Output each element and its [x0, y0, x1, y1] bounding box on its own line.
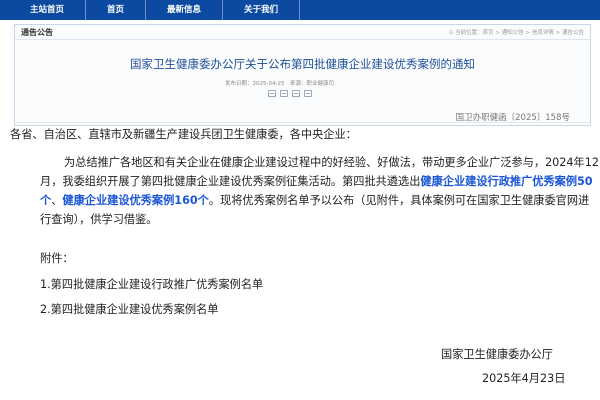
- nav-item-home[interactable]: 首页: [86, 0, 147, 20]
- body-paragraph: 为总结推广各地区和有关企业在健康企业建设过程中的好经验、好做法，带动更多企业广泛…: [40, 153, 600, 229]
- panel-header: 通告公告 ⊙ 当前位置：首页 > 通知公告 > 信息详情 > 通告公告: [15, 25, 590, 40]
- attachment-link-1[interactable]: 1.第四批健康企业建设行政推广优秀案例名单: [40, 277, 263, 293]
- wechat-share-icon[interactable]: [280, 90, 288, 97]
- document-title: 国家卫生健康委办公厅关于公布第四批健康企业建设优秀案例的通知: [130, 57, 475, 71]
- document-meta: 发布日期：2025-04-25 来源：职业健康司: [225, 81, 334, 87]
- qzone-share-icon[interactable]: [292, 90, 300, 97]
- salutation: 各省、自治区、直辖市及新疆生产建设兵团卫生健康委，各中央企业：: [10, 128, 357, 141]
- signature: 国家卫生健康委办公厅: [441, 348, 553, 361]
- share-toolbar: [268, 90, 312, 97]
- nav-item-latest-news[interactable]: 最新信息: [146, 0, 224, 20]
- print-icon[interactable]: [304, 90, 312, 97]
- breadcrumb[interactable]: ⊙ 当前位置：首页 > 通知公告 > 信息详情 > 通告公告: [449, 28, 584, 36]
- panel-title: 通告公告: [21, 28, 53, 37]
- body-text-2: 、: [51, 194, 63, 207]
- weibo-share-icon[interactable]: [268, 90, 276, 97]
- nav-item-home-site[interactable]: 主站首页: [0, 0, 87, 20]
- divider: [15, 122, 590, 123]
- attachments-label: 附件：: [40, 252, 74, 265]
- notice-panel: 通告公告 ⊙ 当前位置：首页 > 通知公告 > 信息详情 > 通告公告 国家卫生…: [14, 24, 591, 126]
- highlight-enterprise-cases: 健康企业建设优秀案例160个: [62, 194, 209, 207]
- nav-item-about-us[interactable]: 关于我们: [223, 0, 301, 20]
- top-nav-bar: 主站首页 首页 最新信息 关于我们: [0, 0, 600, 20]
- document-date: 2025年4月23日: [482, 372, 566, 385]
- attachment-link-2[interactable]: 2.第四批健康企业建设优秀案例名单: [40, 302, 219, 318]
- panel-body: 国家卫生健康委办公厅关于公布第四批健康企业建设优秀案例的通知 发布日期：2025…: [15, 40, 590, 125]
